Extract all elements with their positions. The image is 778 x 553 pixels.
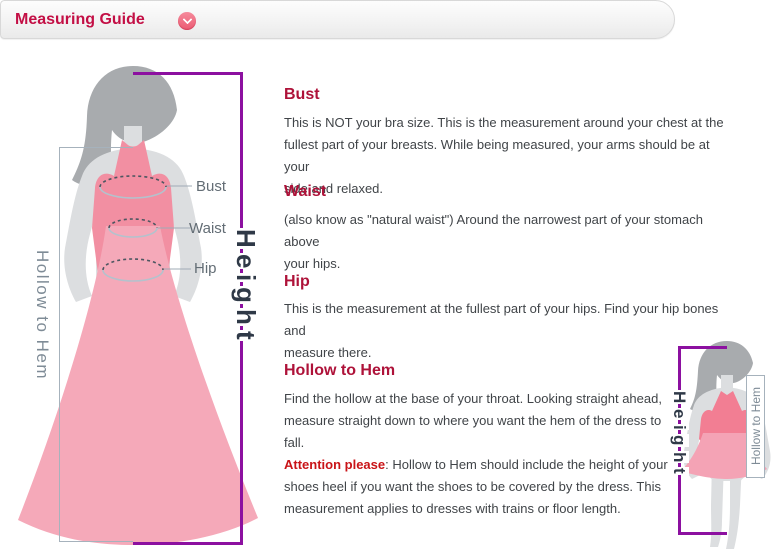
waist-label: Waist — [189, 220, 226, 237]
hip-heading: Hip — [284, 273, 310, 291]
attention-please-label: Attention please — [284, 457, 385, 472]
hip-label: Hip — [194, 260, 217, 277]
collapse-button[interactable] — [178, 12, 196, 30]
page-title: Measuring Guide — [15, 11, 145, 29]
small-hollow-to-hem-box: Hollow to Hem — [746, 375, 765, 478]
bust-label: Bust — [196, 178, 226, 195]
small-hollow-to-hem-vertical-label: Hollow to Hem — [749, 387, 763, 465]
hollow-to-hem-paragraph: Find the hollow at the base of your thro… — [284, 388, 668, 520]
hollow-to-hem-heading: Hollow to Hem — [284, 362, 395, 380]
bust-paragraph: This is NOT your bra size. This is the m… — [284, 112, 736, 200]
chevron-down-icon — [182, 15, 192, 25]
waist-paragraph: (also know as "natural waist") Around th… — [284, 209, 736, 275]
hollow-to-hem-bracket — [59, 147, 133, 542]
hollow-lead-text: Find the hollow at the base of your thro… — [284, 391, 662, 450]
waist-heading: Waist — [284, 183, 326, 201]
hollow-to-hem-vertical-label: Hollow to Hem — [32, 250, 52, 380]
bust-heading: Bust — [284, 86, 320, 104]
height-vertical-label: Height — [230, 226, 261, 343]
small-height-vertical-label: Height — [669, 388, 689, 477]
measuring-guide-header[interactable]: Measuring Guide — [0, 0, 675, 39]
height-bracket — [133, 72, 243, 545]
